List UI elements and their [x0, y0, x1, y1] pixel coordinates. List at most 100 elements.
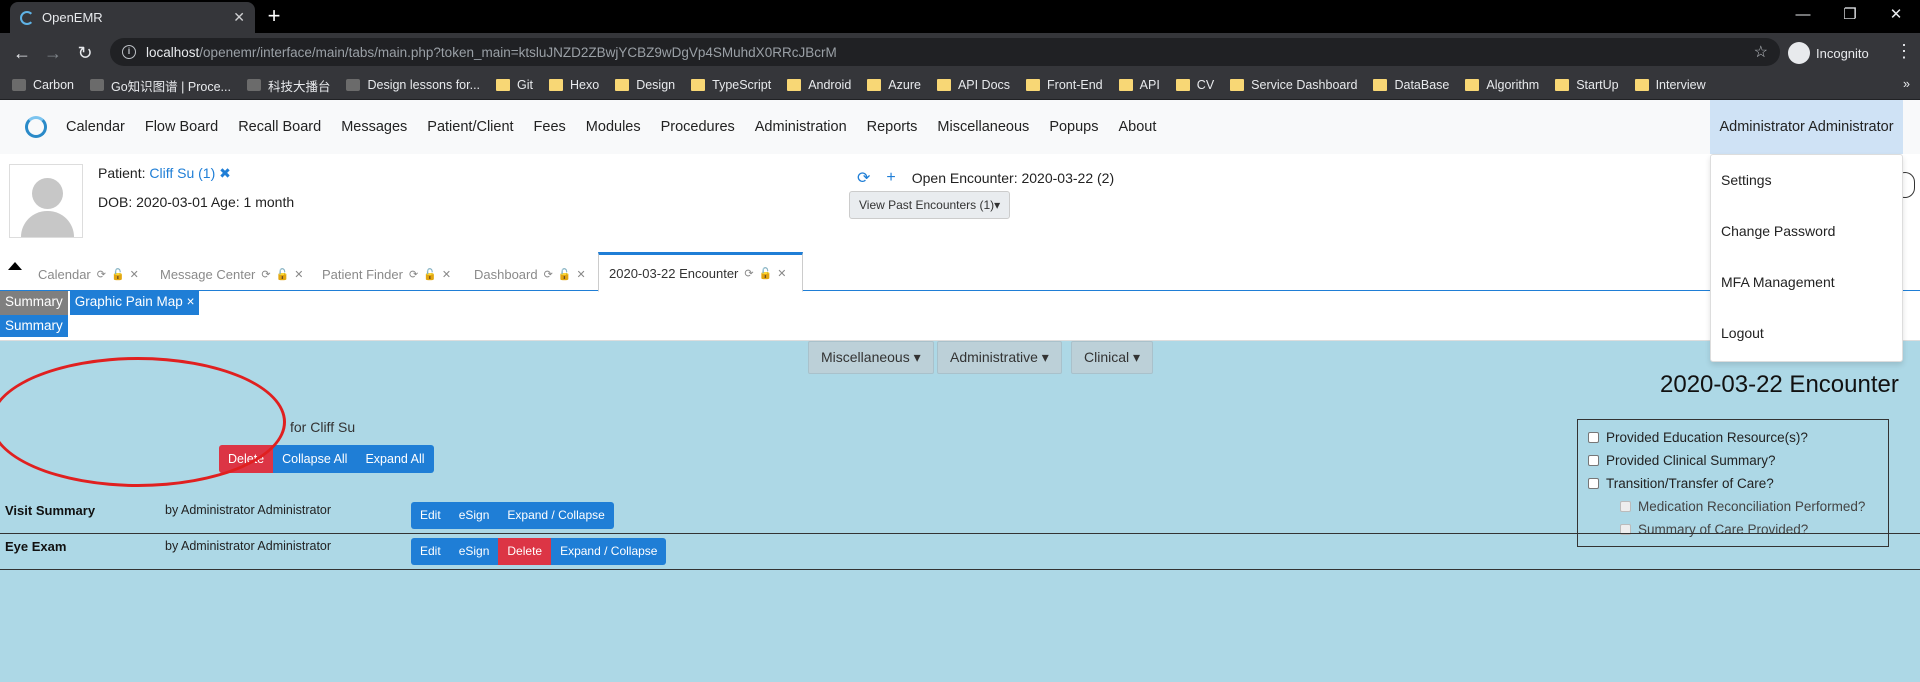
- folder-icon: [867, 79, 882, 91]
- bookmark-item[interactable]: 科技大播台: [246, 76, 330, 95]
- menu-modules[interactable]: Modules: [586, 119, 641, 135]
- bookmark-item[interactable]: Service Dashboard: [1230, 78, 1357, 92]
- menu-miscellaneous[interactable]: Miscellaneous: [937, 119, 1029, 135]
- dropdown-item-change-password[interactable]: Change Password: [1711, 220, 1902, 271]
- bookmark-item[interactable]: Hexo: [549, 78, 599, 92]
- menu-patient-client[interactable]: Patient/Client: [427, 119, 513, 135]
- bookmark-item[interactable]: API Docs: [936, 78, 1010, 92]
- bookmark-label: TypeScript: [712, 78, 772, 92]
- bookmark-item[interactable]: Design: [615, 78, 675, 92]
- bookmark-star-icon[interactable]: ☆: [1754, 42, 1768, 62]
- incognito-indicator[interactable]: Incognito: [1788, 41, 1869, 65]
- expand-all-button[interactable]: Expand All: [356, 445, 434, 473]
- menu-procedures[interactable]: Procedures: [661, 119, 735, 135]
- close-tab-icon[interactable]: ✕: [233, 9, 245, 26]
- bookmark-label: Git: [517, 78, 534, 92]
- close-patient-icon[interactable]: ✖: [219, 165, 231, 181]
- bookmark-item[interactable]: Front-End: [1026, 78, 1103, 92]
- menu-fees[interactable]: Fees: [534, 119, 566, 135]
- bookmark-item[interactable]: Carbon: [12, 78, 74, 92]
- tab-refresh-lock-close-icons[interactable]: ⟳🔓✕: [97, 268, 144, 281]
- restore-window-button[interactable]: ❐: [1830, 4, 1870, 26]
- menu-recall-board[interactable]: Recall Board: [238, 119, 321, 135]
- bookmark-item[interactable]: CV: [1175, 78, 1215, 92]
- dropdown-item-settings[interactable]: Settings: [1711, 169, 1902, 220]
- menu-administration[interactable]: Administration: [755, 119, 847, 135]
- forward-icon[interactable]: →: [41, 41, 65, 65]
- user-menu-toggle[interactable]: Administrator Administrator: [1710, 100, 1903, 154]
- view-past-encounters-button[interactable]: View Past Encounters (1)▾: [849, 191, 1011, 219]
- bookmark-item[interactable]: DataBase: [1373, 78, 1449, 92]
- menu-popups[interactable]: Popups: [1049, 119, 1098, 135]
- app-tab[interactable]: Dashboard ⟳🔓✕: [474, 258, 591, 291]
- delete-form-button[interactable]: Delete: [498, 538, 552, 565]
- menu-flow-board[interactable]: Flow Board: [145, 119, 218, 135]
- refresh-encounter-icon[interactable]: ⟳: [857, 168, 870, 188]
- checkbox[interactable]: [1588, 432, 1599, 443]
- miscellaneous-dropdown-button[interactable]: Miscellaneous ▾: [808, 341, 934, 374]
- dropdown-item-mfa-management[interactable]: MFA Management: [1711, 271, 1902, 322]
- bookmark-label: DataBase: [1394, 78, 1450, 92]
- bookmark-item[interactable]: Android: [787, 78, 851, 92]
- bookmark-item[interactable]: Interview: [1634, 78, 1706, 92]
- openemr-app: Calendar Flow Board Recall Board Messages Pa…: [0, 100, 1920, 682]
- browser-tab[interactable]: OpenEMR ✕: [10, 2, 255, 33]
- checkbox[interactable]: [1588, 478, 1599, 489]
- app-tab[interactable]: Message Center ⟳🔓✕: [160, 258, 309, 291]
- app-tab-label: Calendar: [38, 267, 91, 282]
- folder-icon: [1026, 79, 1041, 91]
- esign-form-button[interactable]: eSign: [449, 502, 499, 529]
- subtab-graphic-pain-map[interactable]: Graphic Pain Map ×: [69, 291, 200, 315]
- bookmark-item[interactable]: Design lessons for...: [346, 78, 480, 92]
- folder-icon: [1118, 79, 1133, 91]
- collapse-header-icon[interactable]: [8, 262, 22, 270]
- patient-name-row: Patient: Cliff Su (1) ✖: [98, 165, 231, 182]
- subtab-summary[interactable]: Summary: [0, 291, 68, 315]
- edit-form-button[interactable]: Edit: [411, 538, 450, 565]
- bookmark-item[interactable]: StartUp: [1555, 78, 1619, 92]
- back-icon[interactable]: ←: [10, 41, 34, 65]
- minimize-window-button[interactable]: —: [1783, 4, 1823, 26]
- menu-messages[interactable]: Messages: [341, 119, 407, 135]
- app-tab[interactable]: Patient Finder ⟳🔓✕: [322, 258, 456, 291]
- delete-encounter-button[interactable]: Delete: [219, 445, 274, 473]
- app-tab[interactable]: 2020-03-22 Encounter ⟳🔓✕: [598, 252, 803, 292]
- site-info-icon[interactable]: i: [122, 45, 136, 59]
- menu-about[interactable]: About: [1119, 119, 1157, 135]
- patient-dob-age: DOB: 2020-03-01 Age: 1 month: [98, 194, 295, 210]
- bookmark-item[interactable]: Git: [496, 78, 533, 92]
- esign-form-button[interactable]: eSign: [449, 538, 499, 565]
- clinical-dropdown-button[interactable]: Clinical ▾: [1071, 341, 1154, 374]
- new-tab-button[interactable]: +: [262, 4, 286, 28]
- bookmark-item[interactable]: Go知识图谱 | Proce...: [90, 76, 231, 95]
- tab-refresh-lock-close-icons[interactable]: ⟳🔓✕: [544, 268, 591, 281]
- tab-refresh-lock-close-icons[interactable]: ⟳🔓✕: [744, 267, 791, 280]
- expand-collapse-form-button[interactable]: Expand / Collapse: [551, 538, 667, 565]
- form-actions: Edit eSign Delete Expand / Collapse: [411, 538, 667, 565]
- add-encounter-icon[interactable]: +: [886, 169, 895, 187]
- app-tab[interactable]: Calendar ⟳🔓✕: [38, 258, 144, 291]
- bookmark-item[interactable]: Algorithm: [1465, 78, 1539, 92]
- patient-name-link[interactable]: Cliff Su (1): [149, 165, 215, 181]
- bookmark-item[interactable]: API: [1118, 78, 1160, 92]
- browser-menu-icon[interactable]: ⋮: [1895, 41, 1913, 62]
- subtab-summary-active[interactable]: Summary: [0, 315, 68, 337]
- administrative-dropdown-button[interactable]: Administrative ▾: [937, 341, 1062, 374]
- edit-form-button[interactable]: Edit: [411, 502, 450, 529]
- close-window-button[interactable]: ✕: [1876, 4, 1916, 26]
- bookmark-label: CV: [1196, 78, 1215, 92]
- reload-icon[interactable]: ↻: [73, 41, 97, 65]
- tab-refresh-lock-close-icons[interactable]: ⟳🔓✕: [261, 268, 308, 281]
- bookmarks-overflow-icon[interactable]: »: [1903, 77, 1910, 91]
- bookmark-item[interactable]: TypeScript: [691, 78, 771, 92]
- menu-calendar[interactable]: Calendar: [66, 119, 125, 135]
- checkbox[interactable]: [1588, 455, 1599, 466]
- menu-reports[interactable]: Reports: [867, 119, 918, 135]
- openemr-logo-icon[interactable]: [25, 116, 47, 138]
- tab-refresh-lock-close-icons[interactable]: ⟳🔓✕: [409, 268, 456, 281]
- collapse-all-button[interactable]: Collapse All: [273, 445, 357, 473]
- bookmark-item[interactable]: Azure: [867, 78, 921, 92]
- dropdown-item-logout[interactable]: Logout: [1711, 322, 1902, 373]
- expand-collapse-form-button[interactable]: Expand / Collapse: [498, 502, 614, 529]
- address-bar[interactable]: i localhost/openemr/interface/main/tabs/…: [110, 38, 1780, 66]
